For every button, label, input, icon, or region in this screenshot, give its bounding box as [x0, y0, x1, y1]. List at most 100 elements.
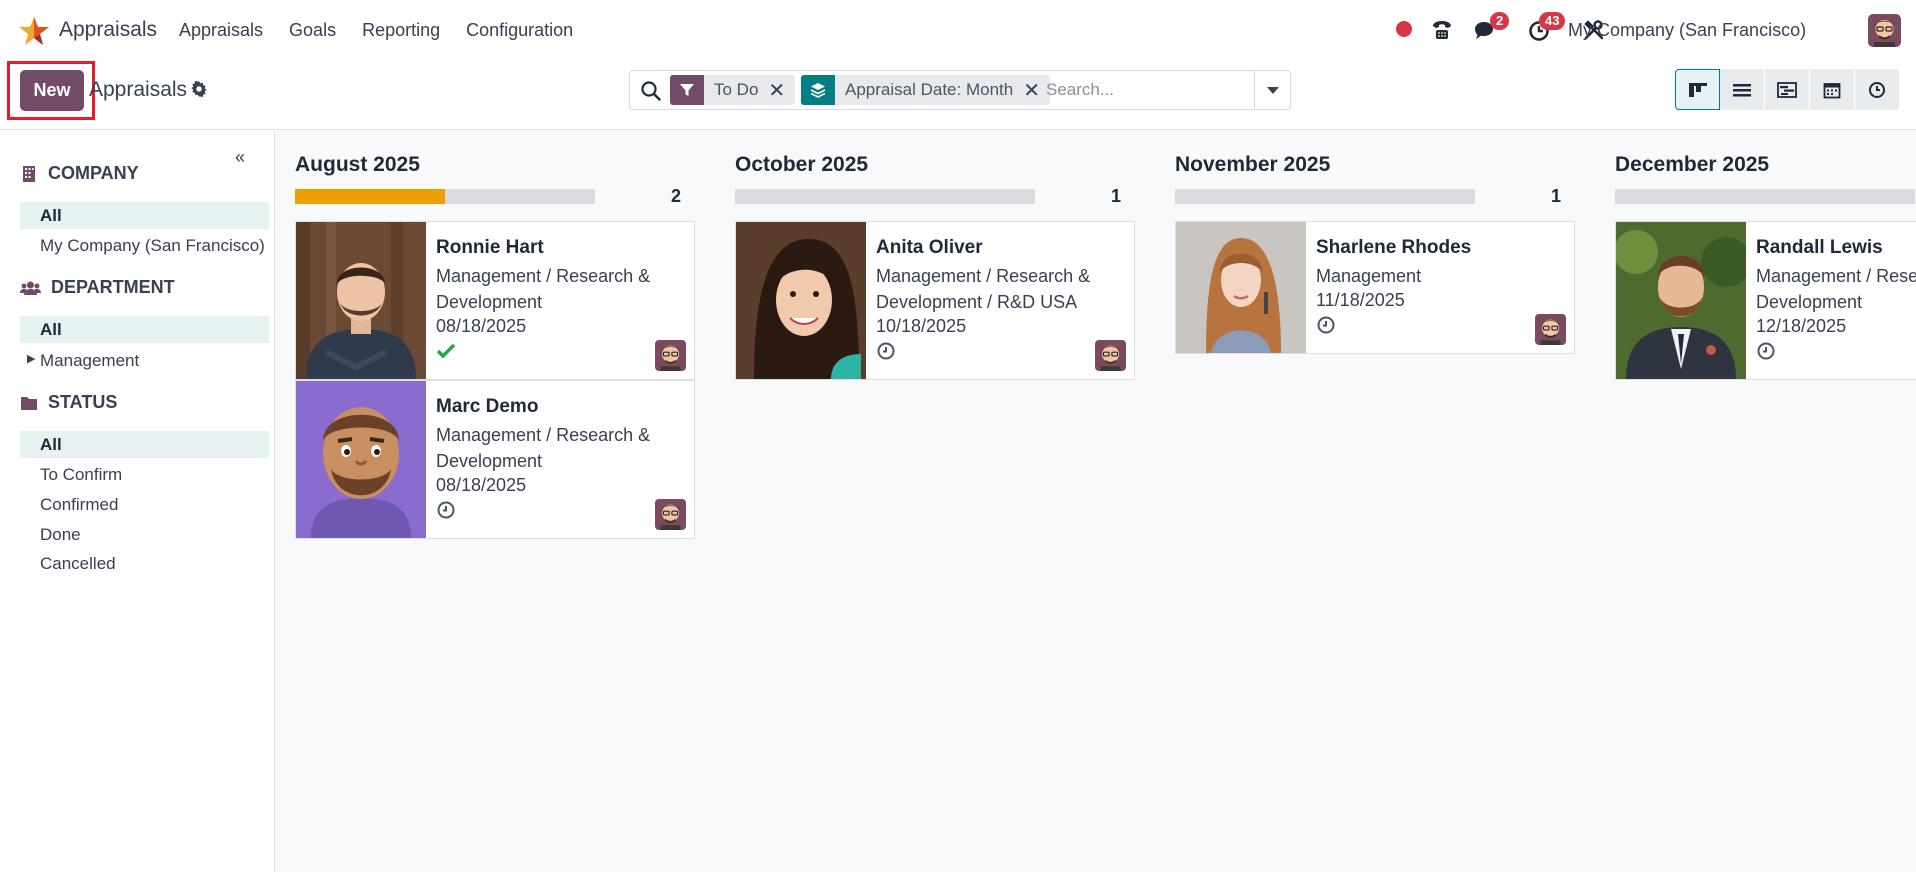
- clock-icon[interactable]: [436, 500, 456, 520]
- filter-icon: [670, 75, 704, 105]
- manager-avatar[interactable]: [1535, 314, 1566, 345]
- search-icon[interactable]: [640, 80, 662, 102]
- kanban-board: August 2025 2 Ronnie Hart Management / R…: [276, 131, 1916, 872]
- clock-icon[interactable]: [1756, 341, 1776, 361]
- menu-reporting[interactable]: Reporting: [362, 20, 440, 41]
- company-filter-all[interactable]: All: [20, 202, 269, 229]
- search-options-toggle[interactable]: [1254, 71, 1290, 109]
- calendar-view-button[interactable]: [1810, 69, 1855, 110]
- kanban-card[interactable]: Randall Lewis Management / Research & De…: [1615, 221, 1916, 380]
- manager-avatar[interactable]: [1095, 340, 1126, 371]
- list-icon: [1733, 83, 1751, 96]
- list-view-button[interactable]: [1720, 69, 1765, 110]
- kanban-card[interactable]: Marc Demo Management / Research & Develo…: [295, 380, 695, 539]
- search-panel: « COMPANY All My Company (San Francisco)…: [0, 131, 275, 872]
- facet-filter-remove-icon[interactable]: ✕: [768, 78, 795, 103]
- app-name[interactable]: Appraisals: [59, 18, 157, 42]
- systray: 2 43 My Company (San Francisco): [1356, 0, 1916, 60]
- column-title[interactable]: October 2025: [735, 153, 868, 177]
- user-avatar[interactable]: [1868, 14, 1901, 47]
- calendar-icon: [1823, 82, 1841, 98]
- column-progress-bar[interactable]: [1615, 189, 1915, 204]
- folder-icon: [21, 396, 37, 410]
- status-filter-confirmed[interactable]: Confirmed: [20, 491, 269, 518]
- company-filter-my-company[interactable]: My Company (San Francisco): [20, 232, 269, 259]
- facet-groupby[interactable]: Appraisal Date: Month ✕: [801, 75, 1050, 105]
- column-count: 1: [1111, 186, 1122, 206]
- appraisal-date: 08/18/2025: [436, 316, 527, 336]
- users-icon: [20, 281, 41, 295]
- status-filter-to-confirm[interactable]: To Confirm: [20, 461, 269, 488]
- activities-badge: 43: [1539, 12, 1566, 30]
- employee-department: Management / Research & Development: [1756, 266, 1916, 312]
- manager-avatar[interactable]: [655, 340, 686, 371]
- kanban-card[interactable]: Anita Oliver Management / Research & Dev…: [735, 221, 1135, 380]
- progress-fill: [295, 189, 445, 204]
- kanban-icon: [1688, 82, 1707, 97]
- building-icon: [23, 165, 35, 182]
- employee-department: Management: [1316, 266, 1422, 286]
- breadcrumb-title: Appraisals: [89, 78, 188, 101]
- column-progress-bar[interactable]: [735, 189, 1035, 204]
- employee-photo: [736, 222, 866, 379]
- employee-department: Management / Research & Development / R&…: [876, 266, 1091, 312]
- status-filter-all[interactable]: All: [20, 431, 269, 458]
- column-title[interactable]: November 2025: [1175, 153, 1330, 177]
- column-progress-bar[interactable]: [295, 189, 595, 204]
- group-by-icon: [801, 75, 835, 105]
- section-department: DEPARTMENT: [20, 277, 175, 298]
- new-button[interactable]: New: [20, 70, 84, 111]
- column-count: 1: [1551, 186, 1562, 206]
- appraisal-date: 08/18/2025: [436, 475, 527, 495]
- employee-name: Ronnie Hart: [436, 237, 544, 258]
- company-switcher[interactable]: My Company (San Francisco): [1568, 20, 1806, 41]
- collapse-panel-icon[interactable]: «: [235, 147, 245, 168]
- column-title[interactable]: December 2025: [1615, 153, 1769, 177]
- section-status: STATUS: [20, 392, 117, 413]
- clock-icon[interactable]: [1316, 315, 1336, 335]
- gear-icon[interactable]: [190, 80, 208, 98]
- search-bar: To Do ✕ Appraisal Date: Month ✕: [629, 70, 1291, 110]
- appraisal-date: 10/18/2025: [876, 316, 967, 336]
- status-filter-cancelled[interactable]: Cancelled: [20, 550, 269, 577]
- employee-department: Management / Research & Development: [436, 425, 651, 471]
- recording-indicator-icon[interactable]: [1396, 21, 1412, 37]
- kanban-card[interactable]: Ronnie Hart Management / Research & Deve…: [295, 221, 695, 380]
- employee-name: Anita Oliver: [876, 237, 983, 258]
- facet-filter-label: To Do: [714, 80, 759, 99]
- department-filter-all[interactable]: All: [20, 316, 269, 343]
- gantt-icon: [1777, 81, 1797, 98]
- gantt-view-button[interactable]: [1765, 69, 1810, 110]
- department-filter-management[interactable]: Management: [20, 347, 269, 374]
- kanban-card[interactable]: Sharlene Rhodes Management 11/18/2025: [1175, 221, 1575, 354]
- column-title[interactable]: August 2025: [295, 153, 420, 177]
- app-logo-icon[interactable]: [18, 15, 50, 47]
- menu-goals[interactable]: Goals: [289, 20, 336, 41]
- section-department-title: DEPARTMENT: [51, 277, 175, 297]
- menu-configuration[interactable]: Configuration: [466, 20, 573, 41]
- caret-down-icon: [1266, 87, 1279, 94]
- appraisal-date: 11/18/2025: [1316, 290, 1405, 310]
- check-icon[interactable]: [436, 341, 456, 361]
- employee-name: Sharlene Rhodes: [1316, 237, 1472, 258]
- employee-photo: [1176, 222, 1306, 353]
- phone-icon[interactable]: [1430, 18, 1454, 42]
- employee-photo: [1616, 222, 1746, 379]
- search-input[interactable]: [1046, 76, 1246, 104]
- activity-view-button[interactable]: [1855, 69, 1900, 110]
- manager-avatar[interactable]: [655, 499, 686, 530]
- employee-photo: [296, 381, 426, 538]
- kanban-view-button[interactable]: [1675, 69, 1720, 110]
- top-navbar: Appraisals Appraisals Goals Reporting Co…: [0, 0, 1916, 60]
- clock-icon[interactable]: [876, 341, 896, 361]
- column-count: 2: [671, 186, 682, 206]
- employee-name: Marc Demo: [436, 396, 539, 417]
- column-progress-bar[interactable]: [1175, 189, 1475, 204]
- view-switcher: [1675, 69, 1900, 110]
- appraisal-date: 12/18/2025: [1756, 316, 1847, 336]
- status-filter-done[interactable]: Done: [20, 521, 269, 548]
- menu-appraisals[interactable]: Appraisals: [179, 20, 263, 41]
- facet-filter[interactable]: To Do ✕: [670, 75, 796, 105]
- section-status-title: STATUS: [48, 392, 118, 412]
- employee-photo: [296, 222, 426, 379]
